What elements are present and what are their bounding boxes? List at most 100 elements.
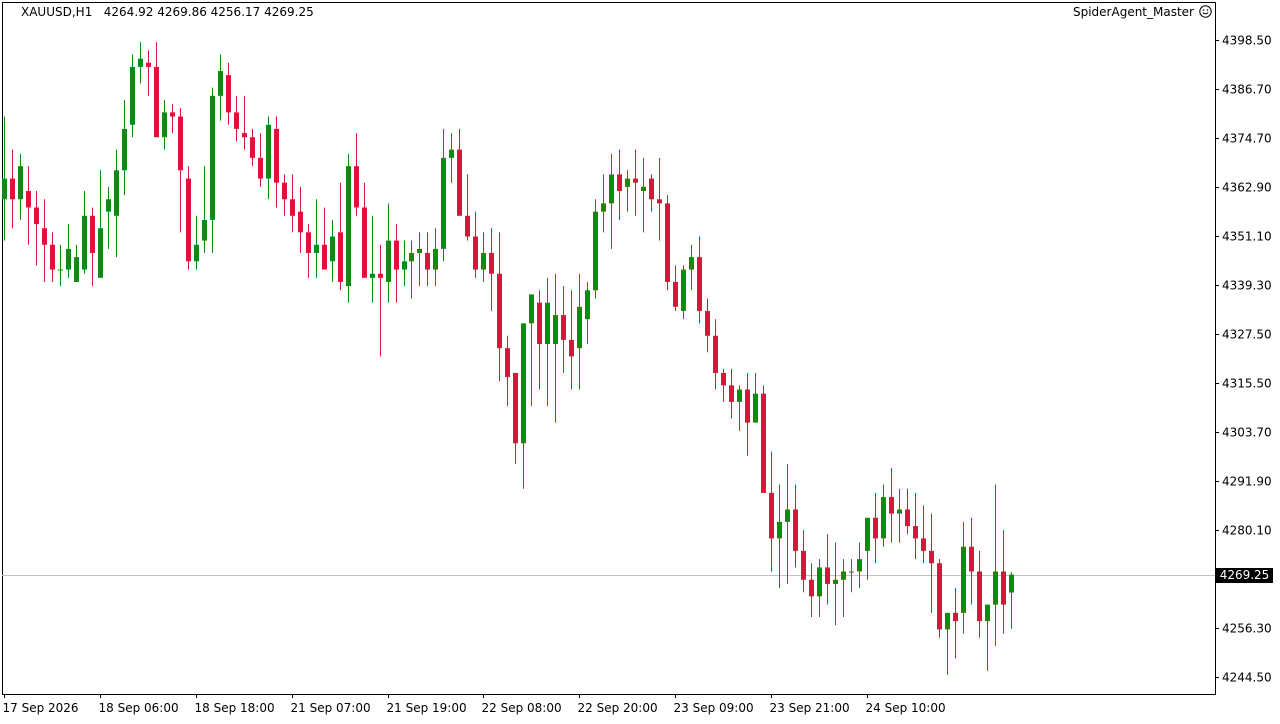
bull-candle xyxy=(817,567,822,597)
x-tick-label: 24 Sep 10:00 xyxy=(866,701,946,715)
x-tick-label: 18 Sep 18:00 xyxy=(195,701,275,715)
bear-candle xyxy=(825,567,830,584)
bull-candle xyxy=(785,509,790,522)
current-price-tag: 4269.25 xyxy=(1216,568,1273,583)
bear-candle xyxy=(242,133,247,138)
chart-area[interactable]: 4398.50 4386.70 4374.70 4362.90 4351.10 4339.… xyxy=(0,0,1280,720)
bear-candle xyxy=(42,228,47,245)
bear-candle xyxy=(505,348,510,378)
bull-candle xyxy=(194,244,199,262)
bull-candle xyxy=(593,211,598,291)
bear-candle xyxy=(250,137,255,158)
bull-candle xyxy=(625,178,630,187)
x-tick-label: 23 Sep 09:00 xyxy=(674,701,754,715)
bull-candle xyxy=(218,71,223,96)
bear-candle xyxy=(394,240,399,270)
y-tick-label: 4315.50 xyxy=(1222,377,1272,391)
bear-candle xyxy=(745,389,750,423)
y-tick-label: 4327.50 xyxy=(1222,328,1272,342)
bear-candle xyxy=(889,497,894,514)
y-tick-label: 4339.30 xyxy=(1222,279,1272,293)
bear-candle xyxy=(489,253,494,274)
bull-candle xyxy=(985,604,990,622)
x-tick-label: 22 Sep 08:00 xyxy=(482,701,562,715)
bear-candle xyxy=(929,550,934,564)
bull-candle xyxy=(1009,574,1014,593)
x-tick-label: 18 Sep 06:00 xyxy=(99,701,179,715)
bear-candle xyxy=(665,203,670,282)
bear-candle xyxy=(10,178,15,200)
bull-candle xyxy=(122,128,127,171)
bear-candle xyxy=(921,538,926,551)
bull-candle xyxy=(849,571,854,573)
account-label: SpiderAgent_Master xyxy=(1072,5,1194,19)
bear-candle xyxy=(226,75,231,113)
bear-candle xyxy=(178,116,183,171)
bear-candle xyxy=(26,190,31,208)
y-tick-label: 4398.50 xyxy=(1222,34,1272,48)
bull-candle xyxy=(961,546,966,613)
y-tick-label: 4256.30 xyxy=(1222,622,1272,636)
bull-candle xyxy=(577,306,582,349)
bear-candle xyxy=(657,199,662,204)
bear-candle xyxy=(873,517,878,539)
bull-candle xyxy=(98,228,103,278)
bear-candle xyxy=(569,339,574,357)
bear-candle xyxy=(905,509,910,527)
x-tick-label: 17 Sep 2026 xyxy=(3,701,79,715)
bull-candle xyxy=(945,612,950,630)
bear-candle xyxy=(801,550,806,580)
bear-candle xyxy=(362,207,367,278)
bull-candle xyxy=(689,257,694,270)
candlestick-chart[interactable]: 4398.50 4386.70 4374.70 4362.90 4351.10 4339.… xyxy=(0,0,1280,720)
y-tick-label: 4351.10 xyxy=(1222,230,1272,244)
y-tick-label: 4374.70 xyxy=(1222,132,1272,146)
bear-candle xyxy=(425,253,430,270)
bear-candle xyxy=(633,178,638,183)
bull-candle xyxy=(441,157,446,249)
bear-candle xyxy=(258,157,263,179)
bull-candle xyxy=(58,269,63,271)
bear-candle xyxy=(274,128,279,183)
bull-candle xyxy=(417,248,422,254)
bear-candle xyxy=(977,571,982,622)
bear-candle xyxy=(953,612,958,622)
bull-candle xyxy=(66,248,71,270)
bull-candle xyxy=(409,253,414,262)
bear-candle xyxy=(154,66,159,138)
bull-candle xyxy=(202,219,207,241)
bull-candle xyxy=(402,261,407,270)
bear-candle xyxy=(729,385,734,402)
bull-candle xyxy=(521,323,526,444)
bear-candle xyxy=(338,232,343,282)
bull-candle xyxy=(138,58,143,67)
bull-candle xyxy=(881,497,886,539)
bear-candle xyxy=(937,563,942,630)
symbol-label: XAUUSD,H1 xyxy=(21,5,93,19)
bear-candle xyxy=(465,215,470,237)
bear-candle xyxy=(34,207,39,225)
y-tick-label: 4386.70 xyxy=(1222,83,1272,97)
ohlc-readout: 4264.92 4269.86 4256.17 4269.25 xyxy=(103,5,314,19)
bull-candle xyxy=(737,389,742,402)
bear-candle xyxy=(769,492,774,539)
bull-candle xyxy=(897,509,902,514)
bull-candle xyxy=(18,166,23,200)
bear-candle xyxy=(497,273,502,349)
bull-candle xyxy=(857,559,862,572)
bear-candle xyxy=(697,257,702,311)
bull-candle xyxy=(865,517,870,551)
bull-candle xyxy=(553,315,558,345)
bear-candle xyxy=(90,215,95,254)
y-tick-label: 4303.70 xyxy=(1222,426,1272,440)
y-tick-label: 4280.10 xyxy=(1222,524,1272,538)
bull-candle xyxy=(833,579,838,584)
bear-candle xyxy=(290,199,295,216)
bear-candle xyxy=(513,372,518,444)
bear-candle xyxy=(354,166,359,208)
bear-candle xyxy=(50,244,55,270)
bull-candle xyxy=(346,166,351,287)
bear-candle xyxy=(473,236,478,270)
y-tick-label: 4362.90 xyxy=(1222,181,1272,195)
bear-candle xyxy=(537,302,542,345)
